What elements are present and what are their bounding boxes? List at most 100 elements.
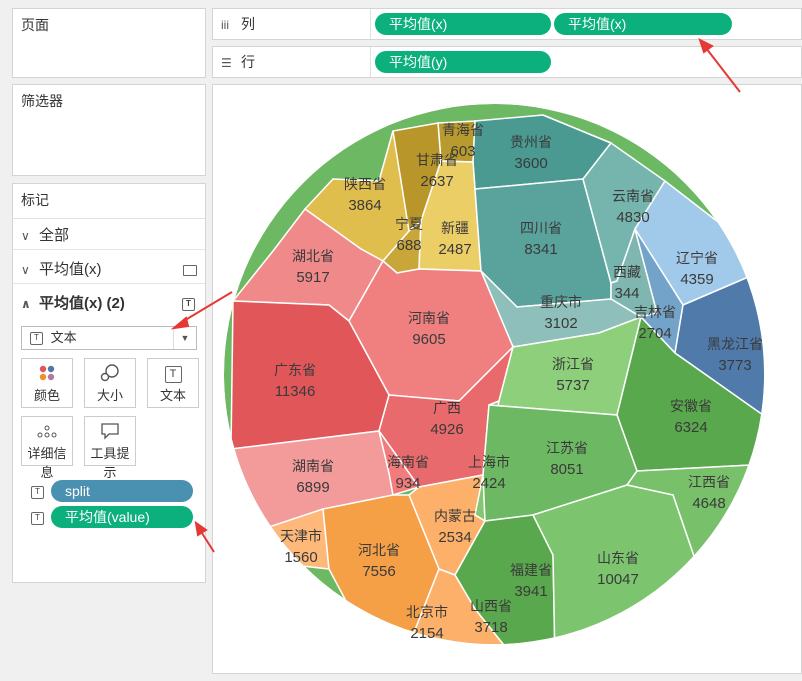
text-field-icon: T xyxy=(31,512,44,525)
avg-value-pill[interactable]: 平均值(value) xyxy=(51,506,193,528)
tooltip-button[interactable]: 工具提示 xyxy=(84,416,136,480)
text-mark-icon: T xyxy=(30,332,43,346)
cell-value-label: 6324 xyxy=(674,419,707,436)
cell-name-label: 宁夏 xyxy=(395,216,423,232)
rows-label: 行 xyxy=(241,54,255,70)
cell-value-label: 344 xyxy=(614,285,639,302)
chevron-down-icon: ∨ xyxy=(21,263,30,277)
color-button[interactable]: 颜色 xyxy=(21,358,73,408)
tooltip-icon xyxy=(85,417,135,443)
cell-name-label: 青海省 xyxy=(442,122,484,138)
cell-name-label: 黑龙江省 xyxy=(707,336,763,352)
cell-name-label: 西藏 xyxy=(613,264,641,280)
cell-value-label: 2487 xyxy=(438,241,471,258)
cell-name-label: 北京市 xyxy=(406,604,448,620)
pages-card[interactable]: 页面 xyxy=(12,8,206,78)
cell-name-label: 广东省 xyxy=(274,362,316,378)
cell-name-label: 福建省 xyxy=(510,562,552,578)
cell-name-label: 贵州省 xyxy=(510,134,552,150)
field-split-row[interactable]: T split xyxy=(31,480,201,504)
marks-divider xyxy=(13,218,205,219)
tooltip-button-label: 工具提示 xyxy=(90,446,130,480)
split-pill[interactable]: split xyxy=(51,480,193,502)
marks-row-avg-x[interactable]: ∨ 平均值(x) xyxy=(13,256,205,284)
cell-value-label: 3773 xyxy=(718,357,751,374)
marks-row-avg-x-2[interactable]: ∧ 平均值(x) (2) T xyxy=(13,290,205,318)
columns-pill-1[interactable]: 平均值(x) xyxy=(375,13,551,35)
cell-name-label: 重庆市 xyxy=(540,294,582,310)
text-button-label: 文本 xyxy=(159,388,186,403)
columns-shelf[interactable]: iii 列 平均值(x) 平均值(x) xyxy=(212,8,802,40)
dropdown-arrow-icon: ▼ xyxy=(173,327,196,349)
chevron-down-icon: ∨ xyxy=(21,229,30,243)
cell-value-label: 934 xyxy=(395,475,420,492)
cell-value-label: 5917 xyxy=(296,269,329,286)
cell-value-label: 9605 xyxy=(412,331,445,348)
cell-name-label: 新疆 xyxy=(441,220,469,236)
cell-name-label: 陕西省 xyxy=(344,176,386,192)
cell-name-label: 海南省 xyxy=(387,454,429,470)
viz-canvas[interactable]: 青海省 603 贵州省 3600 甘肃省 2637 陕西省 3864 宁夏 688 新疆 2487 四川… xyxy=(212,84,802,674)
rows-pill-1[interactable]: 平均值(y) xyxy=(375,51,551,73)
mark-type-value: 文本 xyxy=(50,330,77,345)
size-button[interactable]: 大小 xyxy=(84,358,136,408)
cell-name-label: 甘肃省 xyxy=(416,152,458,168)
rows-shelf[interactable]: ☰ 行 平均值(y) xyxy=(212,46,802,78)
mark-type-dropdown[interactable]: T 文本 ▼ xyxy=(21,326,197,350)
marks-row-all[interactable]: ∨ 全部 xyxy=(13,222,205,250)
cell-value-label: 2424 xyxy=(472,475,505,492)
columns-label: 列 xyxy=(241,16,255,32)
cell-value-label: 7556 xyxy=(362,563,395,580)
cell-value-label: 5737 xyxy=(556,377,589,394)
gantt-mark-icon xyxy=(183,265,197,276)
voronoi-chart[interactable]: 青海省603贵州省3600甘肃省2637陕西省3864宁夏688新疆2487四川… xyxy=(213,85,802,675)
cell-name-label: 浙江省 xyxy=(552,356,594,372)
cell-value-label: 4926 xyxy=(430,421,463,438)
marks-title: 标记 xyxy=(21,192,49,208)
cell-value-label: 8341 xyxy=(524,241,557,258)
cell-name-label: 四川省 xyxy=(520,220,562,236)
cell-name-label: 云南省 xyxy=(612,188,654,204)
filters-card[interactable]: 筛选器 xyxy=(12,84,206,176)
cell-name-label: 广西 xyxy=(433,400,461,416)
color-button-label: 颜色 xyxy=(33,388,60,403)
cell-name-label: 安徽省 xyxy=(670,398,712,414)
cell-name-label: 吉林省 xyxy=(634,304,676,320)
cell-value-label: 6899 xyxy=(296,479,329,496)
size-icon xyxy=(85,359,135,385)
cell-value-label: 11346 xyxy=(275,383,316,400)
pages-title: 页面 xyxy=(21,17,49,33)
cell-name-label: 江苏省 xyxy=(546,440,588,456)
field-avg-value-row[interactable]: T 平均值(value) xyxy=(31,506,201,530)
text-button[interactable]: T 文本 xyxy=(147,358,199,408)
cell-name-label: 山东省 xyxy=(597,550,639,566)
columns-icon: iii xyxy=(221,18,229,32)
text-mark-icon: T xyxy=(182,298,195,311)
cell-value-label: 2154 xyxy=(410,625,443,642)
cell-name-label: 河北省 xyxy=(358,542,400,558)
columns-pill-2[interactable]: 平均值(x) xyxy=(554,13,732,35)
text-field-icon: T xyxy=(31,486,44,499)
color-dots-icon xyxy=(22,359,72,385)
cell-name-label: 上海市 xyxy=(468,454,510,470)
cell-value-label: 2637 xyxy=(420,173,453,190)
columns-shelf-label: iii 列 xyxy=(213,9,371,39)
cell-name-label: 山西省 xyxy=(470,598,512,614)
filters-title: 筛选器 xyxy=(21,93,63,109)
cell-value-label: 3600 xyxy=(514,155,547,172)
rows-icon: ☰ xyxy=(221,56,232,70)
cell-value-label: 3864 xyxy=(348,197,381,214)
marks-row-label: 平均值(x) (2) xyxy=(39,295,125,312)
cell-value-label: 3718 xyxy=(474,619,507,636)
cell-name-label: 湖南省 xyxy=(292,458,334,474)
text-icon: T xyxy=(148,359,198,385)
marks-row-label: 平均值(x) xyxy=(39,261,102,278)
detail-button[interactable]: 详细信息 xyxy=(21,416,73,480)
cell-name-label: 湖北省 xyxy=(292,248,334,264)
cell-value-label: 4648 xyxy=(692,495,725,512)
cell-name-label: 天津市 xyxy=(280,528,322,544)
cell-value-label: 4830 xyxy=(616,209,649,226)
cell-name-label: 河南省 xyxy=(408,310,450,326)
cell-name-label: 辽宁省 xyxy=(676,250,718,266)
cell-value-label: 8051 xyxy=(550,461,583,478)
